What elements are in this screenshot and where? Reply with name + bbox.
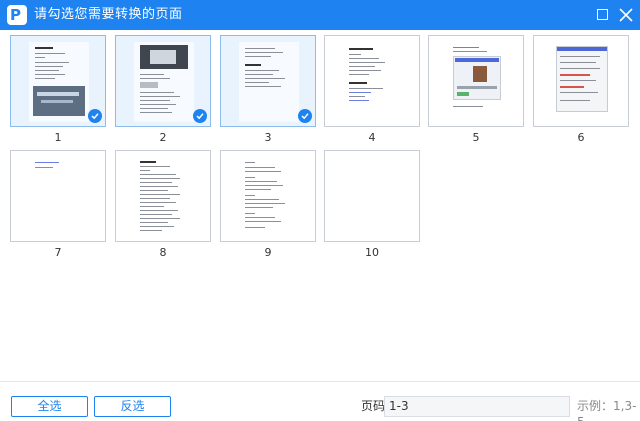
page-preview [29, 157, 89, 237]
page-grid: 1 2 3 4 5 6 7 8 9 10 [0, 30, 640, 382]
selected-check-icon [193, 109, 207, 123]
maximize-icon [597, 9, 608, 20]
page-preview [552, 42, 612, 122]
invert-selection-button[interactable]: 反选 [94, 396, 171, 417]
page-preview [239, 42, 299, 122]
page-thumbnail-8[interactable] [115, 150, 211, 242]
page-preview [29, 42, 89, 122]
page-thumbnail-2[interactable] [115, 35, 211, 127]
page-thumbnail-4[interactable] [324, 35, 420, 127]
page-number: 6 [577, 131, 585, 144]
window-title: 请勾选您需要转换的页面 [34, 7, 183, 22]
page-thumbnail-9[interactable] [220, 150, 316, 242]
page-thumbnail-5[interactable] [428, 35, 524, 127]
page-number: 7 [54, 246, 62, 259]
page-preview [447, 42, 507, 122]
page-thumbnail-1[interactable] [10, 35, 106, 127]
page-preview [343, 42, 403, 122]
page-number: 2 [159, 131, 167, 144]
page-number: 3 [264, 131, 272, 144]
page-preview [343, 157, 403, 237]
select-all-button[interactable]: 全选 [11, 396, 88, 417]
page-thumbnail-3[interactable] [220, 35, 316, 127]
app-logo-icon: P [7, 5, 27, 25]
close-button[interactable] [615, 4, 637, 26]
page-range-input[interactable]: 1-3 [384, 396, 570, 417]
page-preview [134, 157, 194, 237]
page-number: 10 [365, 246, 379, 259]
title-bar: P 请勾选您需要转换的页面 [0, 0, 640, 30]
page-number: 9 [264, 246, 272, 259]
page-preview [239, 157, 299, 237]
page-thumbnail-7[interactable] [10, 150, 106, 242]
selected-check-icon [298, 109, 312, 123]
page-thumbnail-6[interactable] [533, 35, 629, 127]
page-preview [134, 42, 194, 122]
page-number: 5 [472, 131, 480, 144]
maximize-button[interactable] [592, 4, 614, 26]
footer-bar: 全选 反选 页码 1-3 示例：1,3-5 [0, 383, 640, 421]
page-range-label: 页码 [361, 399, 386, 413]
page-thumbnail-10[interactable] [324, 150, 420, 242]
page-number: 1 [54, 131, 62, 144]
page-range-example: 示例：1,3-5 [577, 399, 637, 421]
selected-check-icon [88, 109, 102, 123]
page-number: 4 [368, 131, 376, 144]
close-icon [619, 8, 633, 22]
page-number: 8 [159, 246, 167, 259]
